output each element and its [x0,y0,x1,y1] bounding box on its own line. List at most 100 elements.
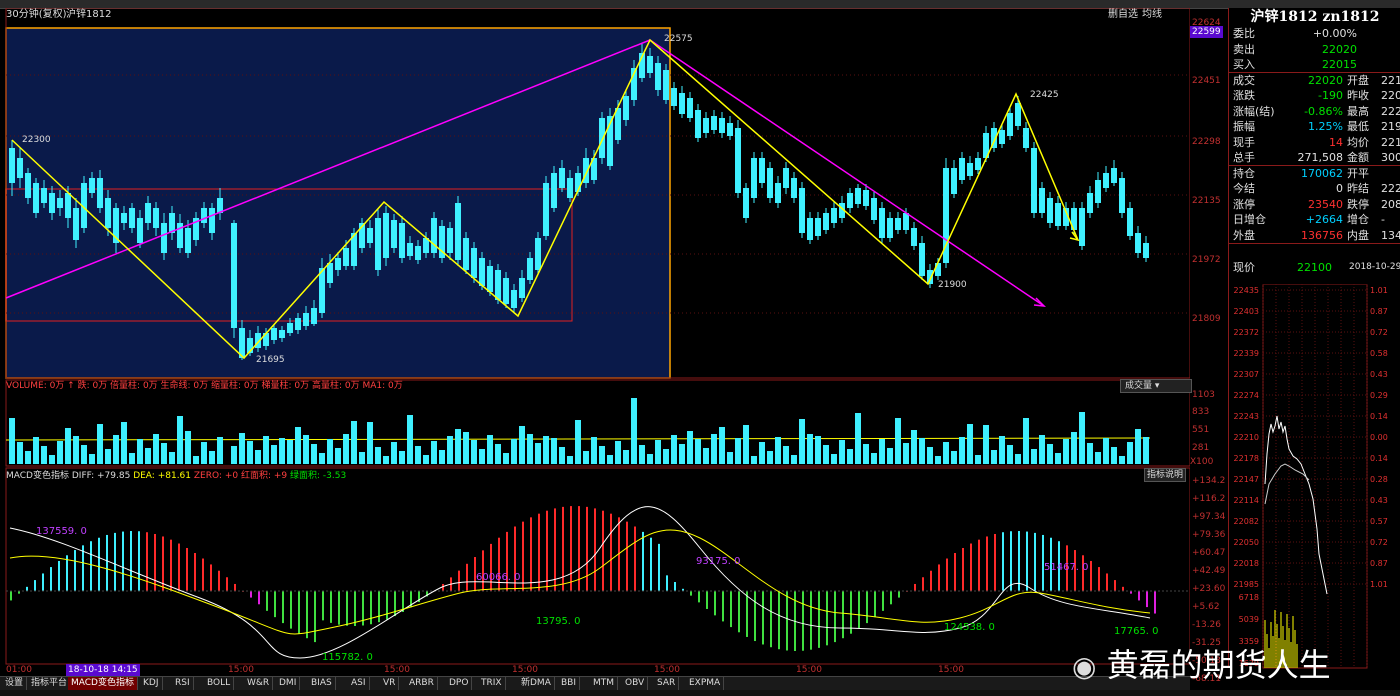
volume-bar [97,424,103,464]
indicator-tab[interactable]: BIAS [308,677,336,690]
quote-row: 卖出 22020 [1231,42,1400,57]
volume-tick: X100 [1190,457,1214,467]
indicator-tab[interactable]: DPO [446,677,473,690]
intraday-mini-chart[interactable]: 22435 1.01 22403 0.87 22372 0.72 22339 0.58 2230… [1229,284,1400,684]
candle-body [799,188,805,233]
macd-bar [634,526,636,591]
macd-bar [594,508,596,591]
volume-bar [847,449,853,464]
volume-tick: 833 [1192,407,1210,417]
indicator-tab[interactable]: BBI [558,677,581,690]
volume-bar [367,422,373,464]
chart-symbol-label: 沪锌1812 [66,9,112,20]
time-tick: 01:00 [6,665,32,675]
candle-body [911,228,917,246]
volume-bar [999,436,1005,464]
candle-body [1135,233,1141,253]
time-tick: 15:00 [796,665,822,675]
candle-body [1143,243,1149,258]
annotation-low2: 21900 [938,280,967,290]
quote-row: 总手 271,508金额 300.6 [1229,150,1400,166]
volume-bar [1071,432,1077,464]
volume-bar [791,455,797,464]
volume-bar [447,436,453,464]
indicator-tab[interactable]: DMI [276,677,301,690]
quote-key: 涨幅(结) [1233,104,1275,118]
candle-body [735,128,741,193]
mini-price-tick: 22018 [1234,559,1259,568]
volume-bar [775,437,781,464]
price-tick: 21809 [1192,314,1221,324]
volume-bar [487,435,493,464]
indicator-tab[interactable]: EXPMA [686,677,725,690]
candle-body [41,188,47,203]
candle-body [559,168,565,188]
indicator-tab[interactable]: 指标平台 [28,677,72,690]
indicator-tab[interactable]: ARBR [406,677,438,690]
macd-bar [578,506,580,591]
price-chart-canvas[interactable] [0,8,1190,676]
candle-body [1023,128,1029,148]
indicator-tab[interactable]: RSI [172,677,194,690]
volume-bar [41,446,47,464]
remove-favorite-button[interactable]: 删自选 [1108,9,1138,21]
macd-bar [834,591,836,643]
macd-annotation: 115782. 0 [322,652,373,663]
candle-body [703,118,709,133]
macd-bar [58,560,60,591]
volume-bar [471,440,477,464]
indicator-tab[interactable]: MACD变色指标 [68,677,138,690]
indicator-tab[interactable]: TRIX [478,677,506,690]
macd-bar [706,591,708,609]
quote-key: 跌停 [1347,197,1369,211]
volume-bar [1111,447,1117,464]
volume-bar [687,431,693,464]
macd-bar [650,537,652,591]
indicator-tab[interactable]: 新DMA [518,677,555,690]
indicator-tab[interactable]: SAR [654,677,680,690]
volume-indicator-dropdown[interactable]: 成交量 ▾ [1120,379,1192,393]
quote-key: 持仓 [1233,166,1255,180]
candle-body [1127,208,1133,236]
indicator-tab[interactable]: ASI [348,677,370,690]
candle-body [201,208,207,223]
indicator-tab[interactable]: W&R [244,677,274,690]
macd-bar [690,591,692,596]
indicator-tab[interactable]: BOLL [204,677,235,690]
quote-value: 22020 [1308,73,1343,87]
indicator-tab[interactable]: MTM [590,677,619,690]
candle-body [375,218,381,270]
quote-value: 208 [1381,197,1400,211]
macd-bar [1106,573,1108,591]
volume-tick: 551 [1192,425,1210,435]
macd-bar [746,591,748,637]
macd-annotation: 60066. 0 [476,572,521,583]
quote-key: 涨停 [1233,197,1255,211]
price-tick: 22298 [1192,137,1221,147]
volume-bar [951,451,957,464]
volume-bar [303,435,309,464]
indicator-tab[interactable]: KDJ [140,677,163,690]
price-tick: 22451 [1192,76,1221,86]
ma-button[interactable]: 均线 [1142,9,1162,21]
macd-bar [322,591,324,621]
candle-body [105,198,111,228]
volume-bar [295,427,301,464]
volume-bar [1015,454,1021,464]
macd-bar [978,539,980,591]
volume-bar [727,452,733,464]
volume-bar [9,418,15,464]
indicator-tab[interactable]: OBV [622,677,649,690]
macd-bar [802,591,804,651]
volume-bar [1079,412,1085,464]
macd-bar [258,591,260,605]
volume-tick: 281 [1192,443,1210,453]
indicator-explain-button[interactable]: 指标说明 [1144,468,1187,482]
volume-bar [1095,452,1101,464]
indicator-tab[interactable]: 设置 [2,677,28,690]
candle-body [1103,173,1109,188]
macd-bar [882,591,884,611]
mini-pct-tick: 0.72 [1370,328,1388,337]
indicator-tab[interactable]: VR [380,677,400,690]
macd-bar [386,591,388,620]
